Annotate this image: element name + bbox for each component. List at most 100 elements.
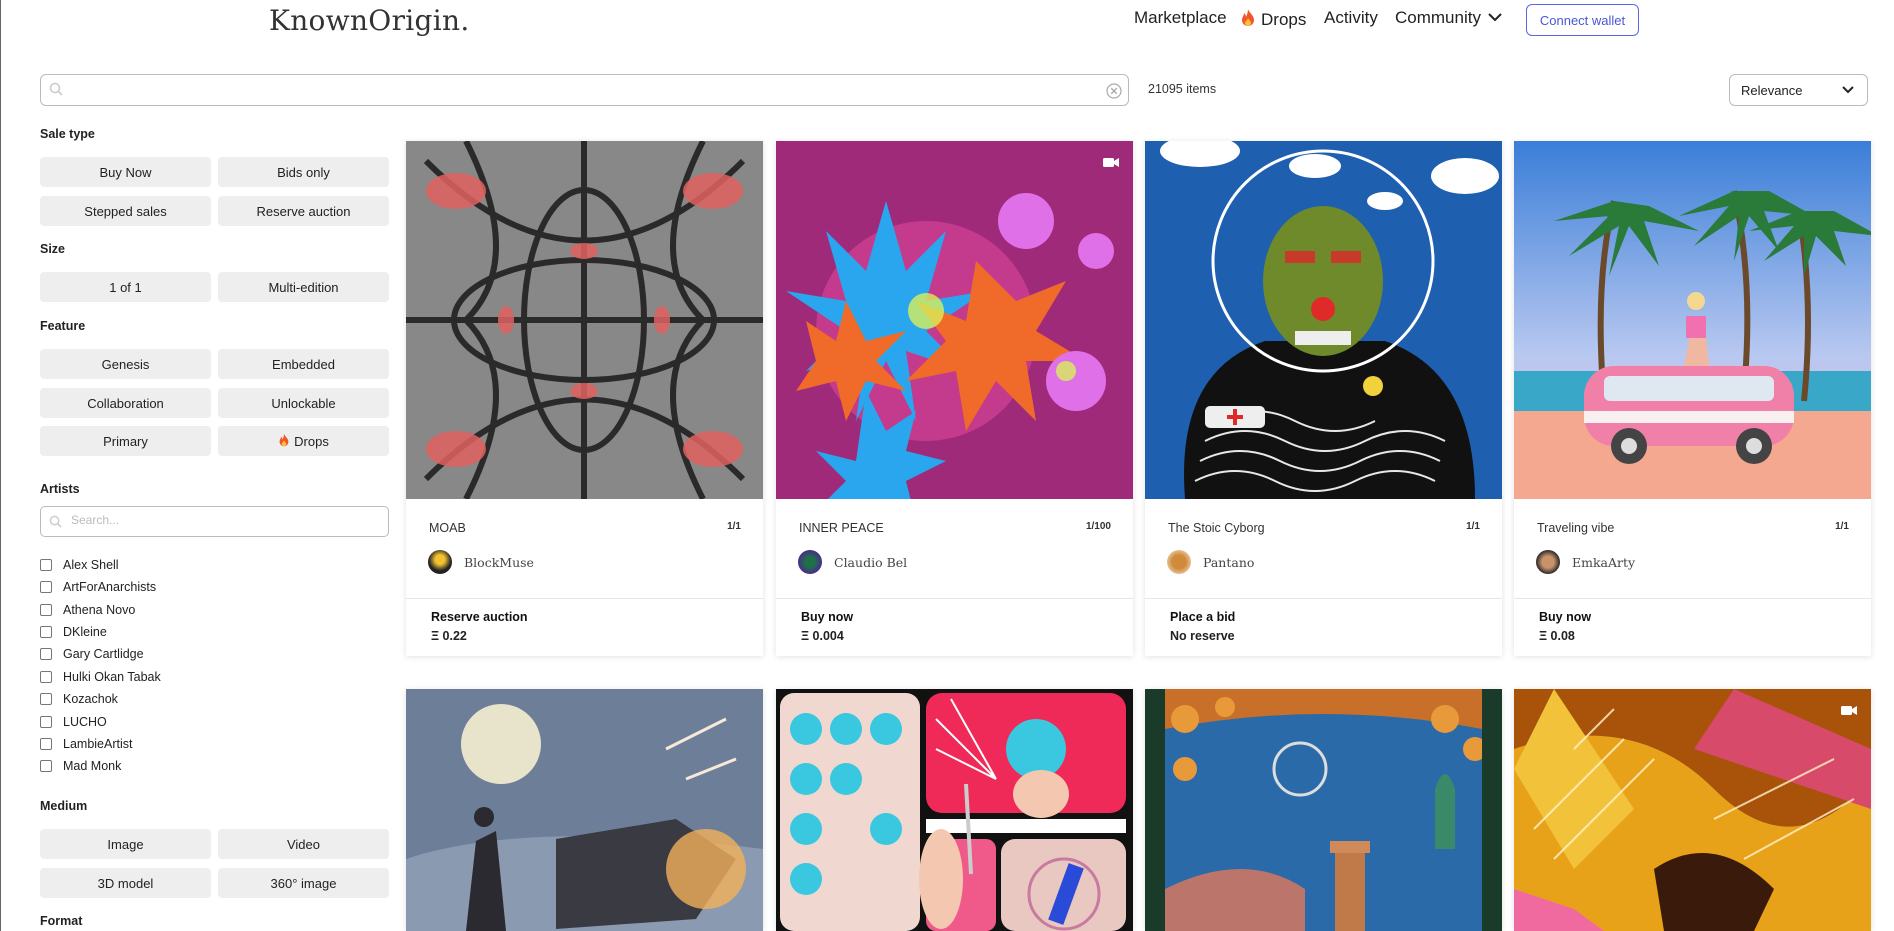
filter-multi-edition[interactable]: Multi-edition [218,272,389,302]
edition-badge: 1/1 [727,521,741,532]
artist-search-input[interactable] [71,513,371,527]
nav-drops-label: Drops [1261,10,1307,29]
connect-wallet-button[interactable]: Connect wallet [1526,4,1639,36]
artist-name[interactable]: Claudio Bel [834,555,907,570]
sale-type-heading: Sale type [40,127,95,141]
sort-label: Relevance [1741,82,1803,98]
divider [776,598,1133,599]
artwork-card[interactable] [1514,689,1871,931]
artist-filter-label: LambieArtist [63,737,133,751]
artwork-card[interactable] [776,689,1133,931]
artist-filter-item[interactable]: DKleine [40,625,107,639]
feature-heading: Feature [40,319,86,333]
checkbox[interactable] [40,648,52,660]
artist-search-field[interactable] [40,506,389,537]
artist-filter-item[interactable]: Mad Monk [40,759,121,773]
artist-filter-label: Mad Monk [63,759,122,773]
artist-filter-label: ArtForAnarchists [63,580,157,594]
filter-360-image[interactable]: 360° image [218,868,389,898]
artwork-image[interactable] [776,689,1133,931]
sale-type: Buy now [1539,610,1592,624]
checkbox[interactable] [40,693,52,705]
filter-buy-now[interactable]: Buy Now [40,157,211,187]
divider [1514,598,1871,599]
filter-drops[interactable]: Drops [218,426,389,456]
video-icon [1841,703,1857,721]
filter-3d-model[interactable]: 3D model [40,868,211,898]
chevron-down-icon [1486,8,1504,28]
artwork-image[interactable] [1145,689,1502,931]
avatar[interactable] [1536,550,1560,574]
sale-type: Buy now [801,610,854,624]
clear-icon[interactable] [1106,83,1122,104]
nav-activity[interactable]: Activity [1324,8,1378,28]
artwork-card[interactable] [1145,689,1502,931]
artwork-image[interactable] [776,141,1133,499]
format-heading: Format [40,914,83,928]
filter-image[interactable]: Image [40,829,211,859]
artist-filter-item[interactable]: Athena Novo [40,603,135,617]
nav-community-label: Community [1395,8,1481,27]
artist-filter-item[interactable]: LUCHO [40,715,107,729]
checkbox[interactable] [40,760,52,772]
size-heading: Size [40,242,66,256]
artwork-title[interactable]: Traveling vibe [1537,521,1614,535]
checkbox[interactable] [40,604,52,616]
filter-genesis[interactable]: Genesis [40,349,211,379]
checkbox[interactable] [40,626,52,638]
artist-name[interactable]: Pantano [1203,555,1254,570]
checkbox[interactable] [40,738,52,750]
avatar[interactable] [1167,550,1191,574]
divider [406,598,763,599]
filter-primary[interactable]: Primary [40,426,211,456]
filter-bids-only[interactable]: Bids only [218,157,389,187]
sale-type: Place a bid [1170,610,1236,624]
sort-select[interactable]: Relevance [1729,74,1868,106]
artist-filter-item[interactable]: ArtForAnarchists [40,580,156,594]
nav-community[interactable]: Community [1395,8,1504,28]
artwork-image[interactable] [1514,141,1871,499]
artwork-image[interactable] [1514,689,1871,931]
search-icon [49,82,63,101]
artist-filter-item[interactable]: Gary Cartlidge [40,647,144,661]
avatar[interactable] [798,550,822,574]
artwork-title[interactable]: The Stoic Cyborg [1168,521,1265,535]
avatar[interactable] [428,550,452,574]
artist-name[interactable]: EmkaArty [1572,555,1635,570]
nav-marketplace[interactable]: Marketplace [1134,8,1227,28]
artist-name[interactable]: BlockMuse [464,555,534,570]
artwork-title[interactable]: INNER PEACE [799,521,884,535]
search-input[interactable] [40,74,1129,106]
artwork-card[interactable]: INNER PEACE 1/100 Claudio Bel Buy now Ξ … [776,141,1133,656]
artist-filter-item[interactable]: Alex Shell [40,558,119,572]
filter-unlockable[interactable]: Unlockable [218,388,389,418]
filter-stepped-sales[interactable]: Stepped sales [40,196,211,226]
filter-video[interactable]: Video [218,829,389,859]
artist-filter-label: Alex Shell [63,558,119,572]
artwork-card[interactable]: The Stoic Cyborg 1/1 Pantano Place a bid… [1145,141,1502,656]
checkbox[interactable] [40,559,52,571]
artwork-card[interactable]: Traveling vibe 1/1 EmkaArty Buy now Ξ 0.… [1514,141,1871,656]
artwork-card[interactable] [406,689,763,931]
filter-drops-label: Drops [294,433,329,449]
filter-collaboration[interactable]: Collaboration [40,388,211,418]
artist-filter-item[interactable]: Kozachok [40,692,118,706]
checkbox[interactable] [40,581,52,593]
artwork-image[interactable] [406,689,763,931]
video-icon [1103,155,1119,173]
artist-filter-label: LUCHO [63,715,107,729]
filter-1-of-1[interactable]: 1 of 1 [40,272,211,302]
artwork-card[interactable]: MOAB 1/1 BlockMuse Reserve auction Ξ 0.2… [406,141,763,656]
checkbox[interactable] [40,716,52,728]
artist-filter-item[interactable]: Hulki Okan Tabak [40,670,161,684]
artist-filter-item[interactable]: LambieArtist [40,737,132,751]
artwork-image[interactable] [406,141,763,499]
artwork-title[interactable]: MOAB [429,521,466,535]
nav-drops[interactable]: Drops [1240,8,1306,32]
artwork-image[interactable] [1145,141,1502,499]
filter-reserve-auction[interactable]: Reserve auction [218,196,389,226]
edition-badge: 1/100 [1085,521,1111,532]
filter-embedded[interactable]: Embedded [218,349,389,379]
logo[interactable]: KnownOrigin. [269,4,470,37]
checkbox[interactable] [40,671,52,683]
